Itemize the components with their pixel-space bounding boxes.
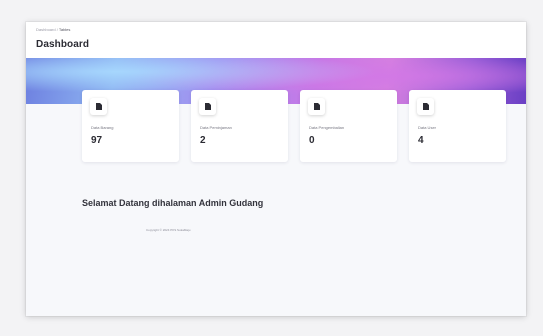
page-container: Dashboard / Tables Dashboard Data Barang… bbox=[26, 22, 526, 316]
footer-copyright: Copyright © 2024 PKS SukaMaju bbox=[146, 228, 191, 232]
file-icon bbox=[308, 98, 325, 115]
breadcrumb-current: Tables bbox=[58, 27, 71, 32]
file-icon bbox=[199, 98, 216, 115]
screenshot-frame: Dashboard / Tables Dashboard Data Barang… bbox=[0, 0, 543, 336]
card-value: 4 bbox=[418, 135, 424, 146]
card-data-user[interactable]: Data User 4 bbox=[409, 90, 506, 162]
file-icon bbox=[417, 98, 434, 115]
breadcrumb-link-dashboard[interactable]: Dashboard bbox=[36, 27, 56, 32]
card-data-pengembalian[interactable]: Data Pengembalian 0 bbox=[300, 90, 397, 162]
breadcrumb: Dashboard / Tables bbox=[36, 27, 70, 32]
card-value: 97 bbox=[91, 135, 103, 146]
card-label: Data Peminjaman bbox=[200, 125, 232, 130]
file-icon bbox=[90, 98, 107, 115]
page-title: Dashboard bbox=[36, 39, 90, 50]
card-value: 0 bbox=[309, 135, 315, 146]
card-data-peminjaman[interactable]: Data Peminjaman 2 bbox=[191, 90, 288, 162]
welcome-message: Selamat Datang dihalaman Admin Gudang bbox=[82, 198, 264, 208]
card-value: 2 bbox=[200, 135, 206, 146]
card-label: Data Barang bbox=[91, 125, 114, 130]
card-label: Data Pengembalian bbox=[309, 125, 345, 130]
card-data-barang[interactable]: Data Barang 97 bbox=[82, 90, 179, 162]
card-label: Data User bbox=[418, 125, 437, 130]
